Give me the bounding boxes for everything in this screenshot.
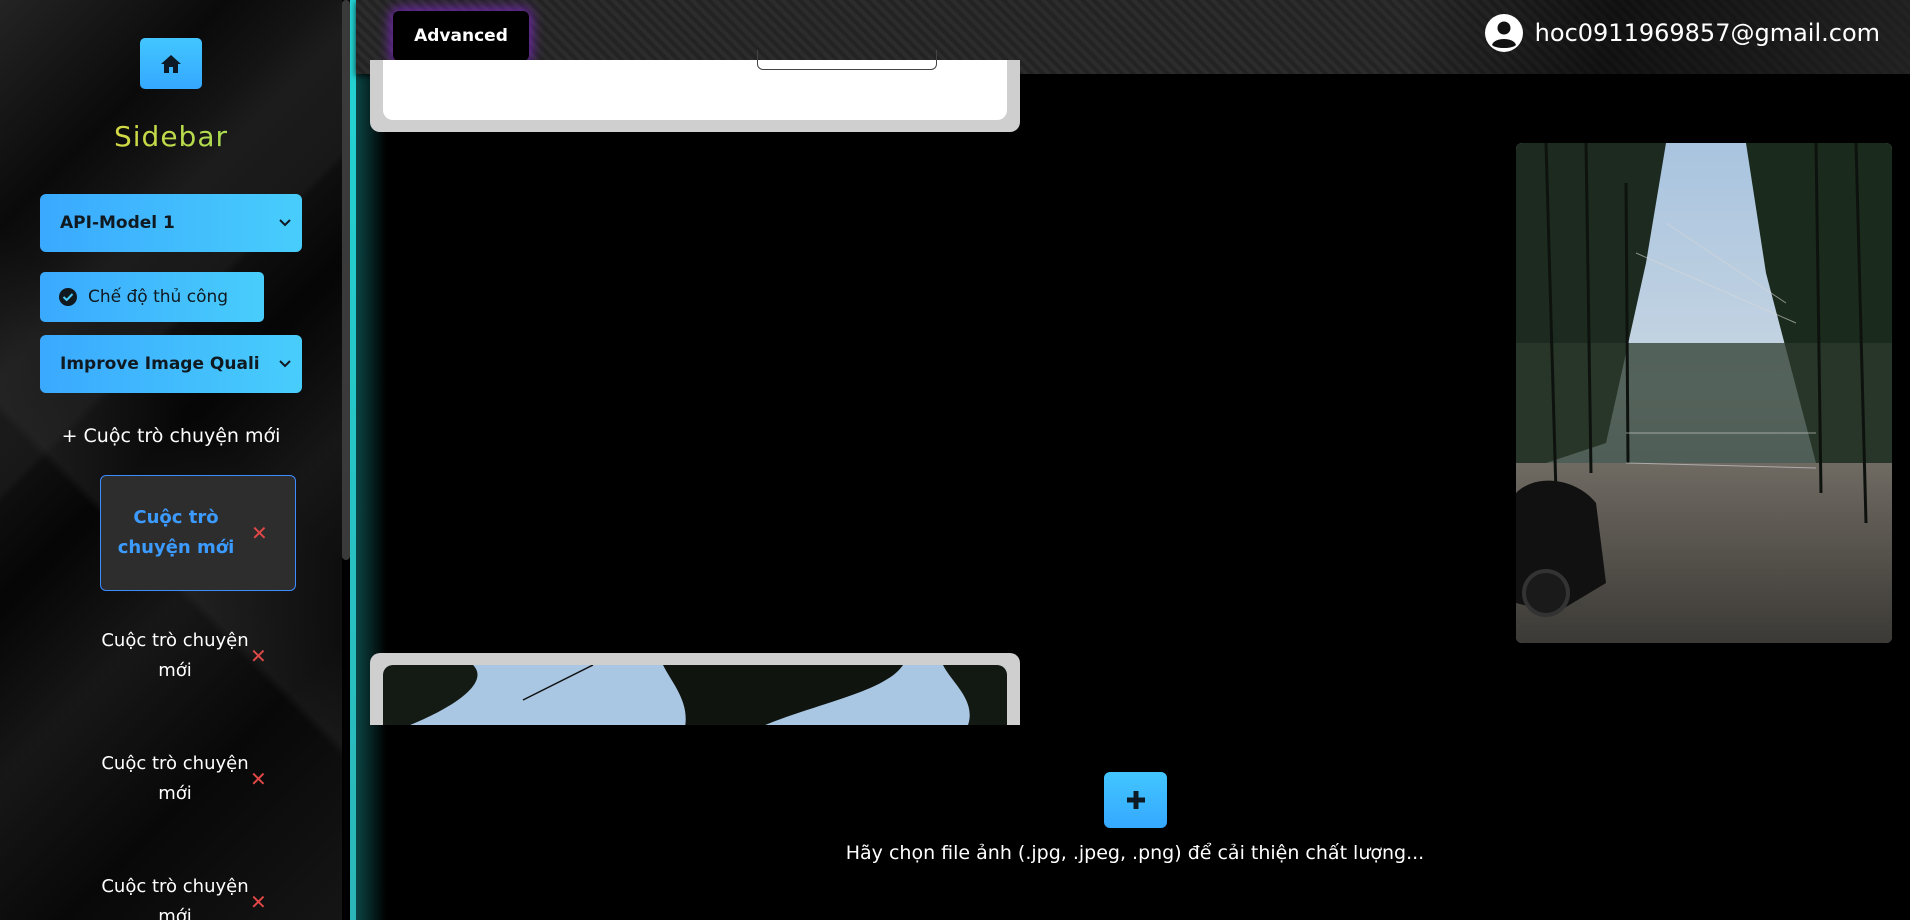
new-chat-button[interactable]: + Cuộc trò chuyện mới [0, 425, 342, 447]
chat-item[interactable]: Cuộc trò chuyện mới ✕ [100, 598, 296, 714]
plus-icon [1126, 791, 1145, 809]
manual-mode-toggle[interactable]: Chế độ thủ công [40, 272, 264, 322]
task-select[interactable]: Improve Image Quali [40, 335, 302, 393]
chat-item-label: Cuộc trò chuyện mới [101, 630, 249, 681]
user-account[interactable]: hoc0911969857@gmail.com [1484, 14, 1880, 52]
chat-item[interactable]: Cuộc trò chuyện mới ✕ [100, 475, 296, 591]
message-card-image [383, 665, 1007, 725]
uploaded-image [1516, 143, 1892, 643]
sidebar-scrollbar[interactable] [342, 0, 350, 560]
sidebar: Sidebar API-Model 1 Chế độ thủ công Impr… [0, 0, 342, 920]
message-card [370, 653, 1020, 725]
chevron-down-icon [279, 219, 291, 227]
chevron-down-icon [279, 360, 291, 368]
chat-item-label: Cuộc trò chuyện mới [101, 753, 249, 804]
message-card [370, 50, 1020, 132]
delete-icon[interactable]: ✕ [250, 890, 267, 914]
user-circle-icon [1484, 14, 1523, 52]
home-button[interactable] [140, 38, 202, 89]
chat-item-label: Cuộc trò chuyện mới [117, 507, 235, 558]
home-icon [161, 54, 181, 73]
upload-image-button[interactable] [1104, 772, 1167, 828]
delete-icon[interactable]: ✕ [251, 521, 268, 545]
model-select-value: API-Model 1 [60, 213, 175, 233]
model-select[interactable]: API-Model 1 [40, 194, 302, 252]
message-card-body [383, 50, 1007, 120]
card-action-button[interactable] [757, 50, 937, 70]
photo-forest-field [1516, 143, 1892, 643]
delete-icon[interactable]: ✕ [250, 767, 267, 791]
sidebar-title: Sidebar [0, 120, 342, 153]
delete-icon[interactable]: ✕ [250, 644, 267, 668]
task-select-value: Improve Image Quali [60, 354, 260, 374]
user-email: hoc0911969857@gmail.com [1534, 19, 1880, 47]
photo-trees-sky [383, 665, 1007, 725]
chat-item-label: Cuộc trò chuyện mới [101, 876, 249, 920]
upload-hint: Hãy chọn file ảnh (.jpg, .jpeg, .png) để… [845, 842, 1425, 864]
advanced-button[interactable]: Advanced [393, 11, 529, 61]
chat-item[interactable]: Cuộc trò chuyện mới ✕ [100, 721, 296, 837]
manual-mode-label: Chế độ thủ công [88, 287, 229, 307]
check-circle-icon [59, 288, 77, 306]
divider-glow [356, 0, 386, 920]
